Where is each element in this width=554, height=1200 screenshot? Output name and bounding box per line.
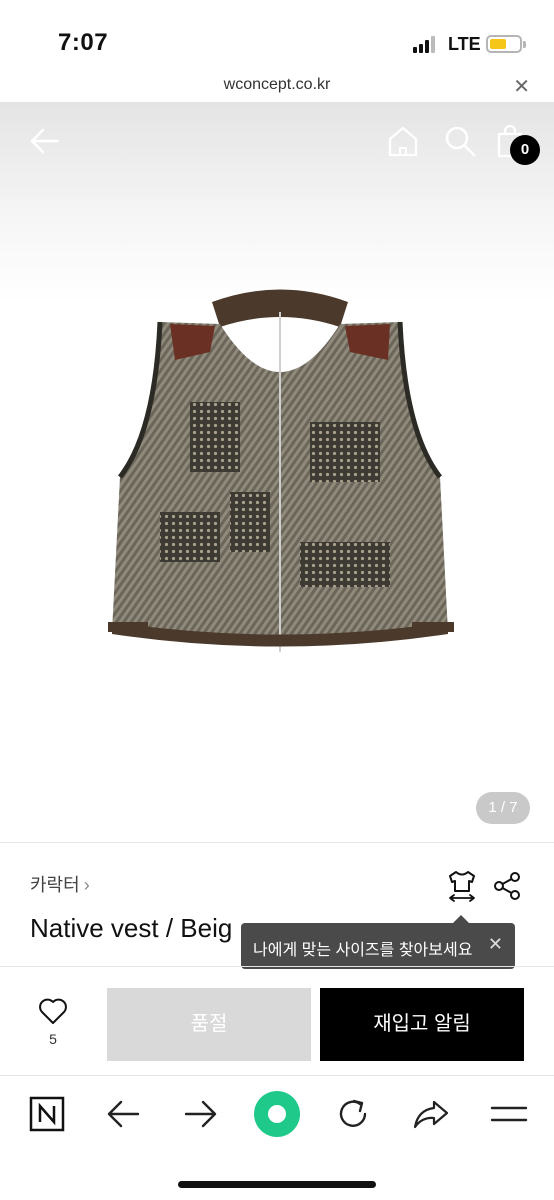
restock-alert-button[interactable]: 재입고 알림 [320, 988, 524, 1061]
product-info: 카락터 › Native vest / Beig 나에게 맞는 사이즈를 찾아보세… [0, 842, 554, 969]
browser-forward-icon[interactable] [180, 1093, 222, 1135]
product-title: Native vest / Beig [30, 913, 233, 943]
browser-back-icon[interactable] [102, 1093, 144, 1135]
chevron-right-icon[interactable]: › [84, 875, 90, 895]
battery-icon [486, 35, 526, 53]
status-bar: 7:07 LTE [0, 0, 554, 70]
menu-icon[interactable] [488, 1093, 530, 1135]
search-icon[interactable] [443, 124, 477, 158]
tooltip-text: 나에게 맞는 사이즈를 찾아보세요 [253, 942, 473, 959]
page-indicator: 1 / 7 [476, 792, 530, 824]
dot-icon [268, 1105, 286, 1123]
naver-n-icon[interactable] [26, 1093, 68, 1135]
product-image [108, 289, 454, 652]
url-text[interactable]: wconcept.co.kr [0, 76, 554, 94]
signal-strength-icon [413, 35, 439, 53]
soldout-button[interactable]: 품절 [107, 988, 311, 1061]
size-guide-icon[interactable] [446, 869, 478, 903]
network-label: LTE [448, 34, 481, 54]
like-button[interactable]: 5 [22, 997, 84, 1053]
home-indicator [178, 1181, 376, 1188]
share-icon[interactable] [492, 871, 522, 901]
tooltip-close-icon[interactable]: ✕ [488, 934, 503, 955]
share-arrow-icon[interactable] [410, 1093, 452, 1135]
brand-name[interactable]: 카락터 [30, 875, 80, 895]
url-bar[interactable]: wconcept.co.kr ✕ [0, 70, 554, 102]
tooltip-arrow [453, 915, 469, 923]
green-dot-button[interactable] [254, 1091, 300, 1137]
status-time: 7:07 [58, 29, 109, 56]
brand-link[interactable]: 카락터 › [30, 871, 90, 897]
product-gallery[interactable]: 0 1 / 7 [0, 102, 554, 842]
like-count: 5 [49, 1031, 57, 1047]
browser-toolbar [0, 1076, 554, 1200]
cart-count-badge[interactable]: 0 [510, 135, 540, 165]
purchase-bar: 5 품절 재입고 알림 [0, 966, 554, 1076]
size-tooltip[interactable]: 나에게 맞는 사이즈를 찾아보세요 ✕ [241, 915, 515, 969]
reload-icon[interactable] [332, 1093, 374, 1135]
url-close-icon[interactable]: ✕ [513, 74, 530, 99]
back-arrow-icon[interactable] [28, 124, 62, 158]
home-icon[interactable] [386, 124, 420, 158]
heart-icon[interactable] [38, 997, 68, 1025]
